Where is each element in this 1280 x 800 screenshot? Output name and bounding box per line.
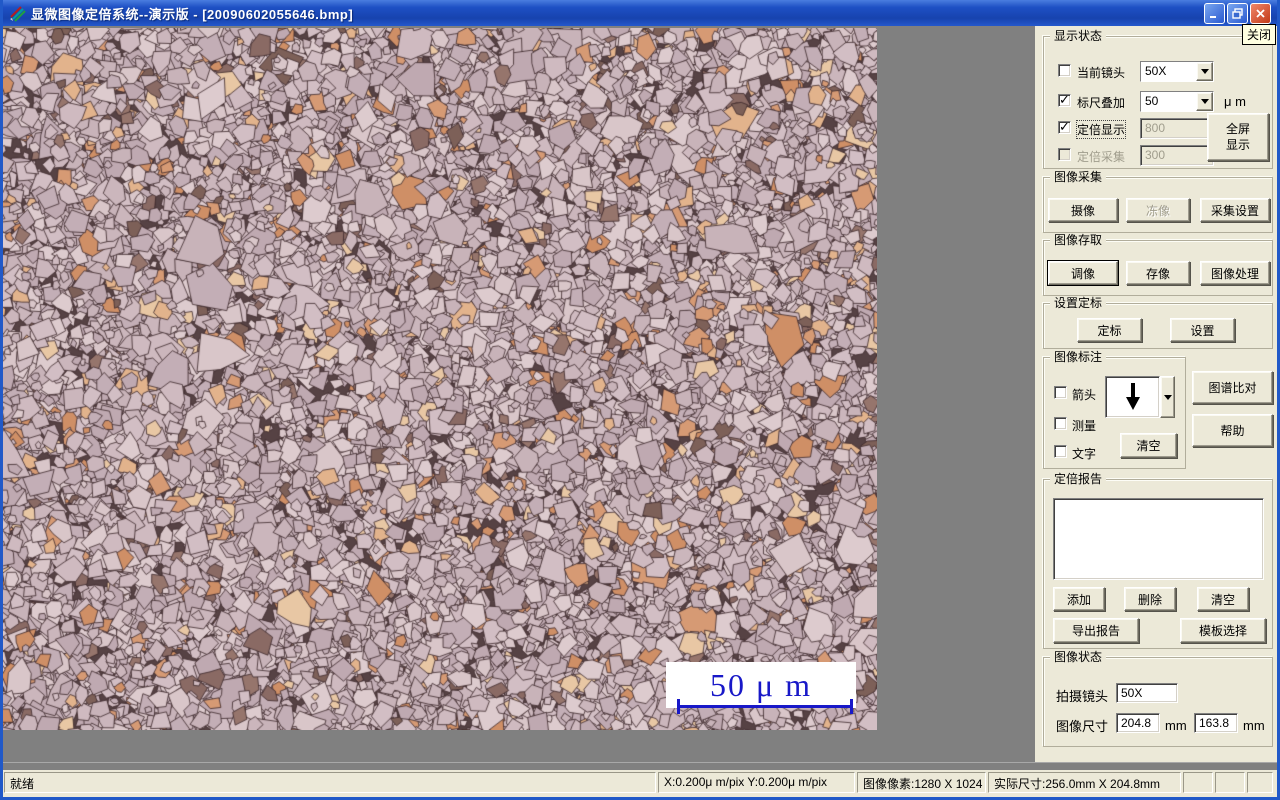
arrow-style-dropdown-button[interactable] — [1160, 376, 1175, 418]
group-capture: 图像采集 摄像 冻像 采集设置 — [1043, 170, 1273, 233]
scalebar-line — [677, 699, 853, 714]
close-button[interactable] — [1250, 2, 1271, 24]
measure-label: 测量 — [1072, 419, 1097, 433]
arrow-checkbox[interactable] — [1054, 386, 1067, 399]
template-select-button[interactable]: 模板选择 — [1180, 618, 1266, 643]
fixed-capture-label: 定倍采集 — [1077, 150, 1126, 164]
status-zone: 就绪 X:0.200μ m/pix Y:0.200μ m/pix 图像像素:12… — [3, 762, 1277, 797]
status-ready: 就绪 — [4, 772, 656, 793]
shoot-button[interactable]: 摄像 — [1048, 198, 1118, 222]
status-scale: X:0.200μ m/pix Y:0.200μ m/pix — [658, 772, 855, 793]
ruler-combo[interactable]: 50 — [1140, 91, 1214, 112]
status-actual-size: 实际尺寸:256.0mm X 204.8mm — [988, 772, 1181, 793]
arrow-style-preview[interactable] — [1105, 376, 1160, 418]
minimize-button[interactable] — [1204, 2, 1225, 24]
group-calibration-title: 设置定标 — [1050, 296, 1107, 310]
group-storage: 图像存取 调像 存像 图像处理 — [1043, 233, 1273, 296]
current-lens-checkbox[interactable] — [1058, 64, 1071, 77]
chevron-down-icon — [1163, 394, 1172, 400]
status-pixels: 图像像素:1280 X 1024 — [857, 772, 986, 793]
ruler-unit-label: μ m — [1224, 94, 1246, 109]
fixed-display-checkbox[interactable]: ✓ — [1058, 119, 1071, 134]
restore-button[interactable] — [1227, 2, 1248, 24]
group-annotation-title: 图像标注 — [1050, 350, 1107, 364]
capture-settings-button[interactable]: 采集设置 — [1200, 198, 1270, 222]
status-empty-2 — [1215, 772, 1245, 793]
lens-value-field: 50X — [1116, 683, 1178, 703]
minimize-icon — [1210, 15, 1216, 18]
group-image-status-title: 图像状态 — [1050, 650, 1107, 664]
status-empty-1 — [1183, 772, 1213, 793]
status-top-strip — [3, 762, 1277, 770]
width-unit-label: mm — [1165, 718, 1187, 733]
atlas-compare-button[interactable]: 图谱比对 — [1192, 371, 1273, 404]
image-process-button[interactable]: 图像处理 — [1200, 261, 1270, 285]
fixed-display-input: 800 — [1140, 118, 1214, 139]
close-tooltip: 关闭 — [1241, 24, 1276, 45]
save-image-button[interactable]: 存像 — [1126, 261, 1190, 285]
window-title: 显微图像定倍系统--演示版 - [20090602055646.bmp] — [31, 6, 354, 22]
fullscreen-button[interactable]: 全屏显示 — [1207, 113, 1269, 161]
ruler-value: 50 — [1141, 92, 1196, 111]
close-icon — [1256, 8, 1265, 18]
calibrate-button[interactable]: 定标 — [1077, 318, 1142, 342]
measure-checkbox[interactable] — [1054, 417, 1067, 430]
client-area: 50 μ m 显示状态 当前镜头 50X ✓ 标尺叠加 50 μ m ✓ 定倍显… — [3, 26, 1277, 762]
check-icon: ✓ — [1059, 92, 1070, 107]
fixed-capture-input: 300 — [1140, 145, 1214, 166]
export-report-button[interactable]: 导出报告 — [1053, 618, 1139, 643]
image-height-field: 163.8 — [1194, 713, 1238, 733]
status-bar: 就绪 X:0.200μ m/pix Y:0.200μ m/pix 图像像素:12… — [3, 770, 1277, 794]
current-lens-label: 当前镜头 — [1077, 66, 1126, 80]
check-icon: ✓ — [1059, 119, 1070, 134]
current-lens-value: 50X — [1141, 62, 1196, 81]
group-annotation: 图像标注 箭头 测量 文字 清空 — [1043, 350, 1186, 469]
group-storage-title: 图像存取 — [1050, 233, 1107, 247]
control-panel: 显示状态 当前镜头 50X ✓ 标尺叠加 50 μ m ✓ 定倍显示 800 定… — [1035, 26, 1277, 762]
freeze-button: 冻像 — [1126, 198, 1190, 222]
height-unit-label: mm — [1243, 718, 1265, 733]
fixed-capture-checkbox — [1058, 148, 1071, 161]
report-add-button[interactable]: 添加 — [1053, 587, 1105, 611]
text-label: 文字 — [1072, 447, 1097, 461]
current-lens-dropdown-button[interactable] — [1196, 62, 1213, 81]
group-report-title: 定倍报告 — [1050, 472, 1107, 486]
arrow-label: 箭头 — [1072, 388, 1097, 402]
load-image-button[interactable]: 调像 — [1048, 261, 1118, 285]
group-capture-title: 图像采集 — [1050, 170, 1107, 184]
status-empty-3 — [1247, 772, 1273, 793]
image-size-label: 图像尺寸 — [1056, 719, 1109, 734]
chevron-down-icon — [1200, 99, 1209, 104]
image-width-field: 204.8 — [1116, 713, 1160, 733]
group-calibration: 设置定标 定标 设置 — [1043, 296, 1273, 349]
text-checkbox[interactable] — [1054, 445, 1067, 458]
annotation-clear-button[interactable]: 清空 — [1120, 433, 1177, 458]
app-window: 显微图像定倍系统--演示版 - [20090602055646.bmp] 关闭 — [0, 0, 1280, 800]
lens-label: 拍摄镜头 — [1056, 689, 1109, 704]
scalebar-label: 50 μ m — [709, 666, 813, 703]
ruler-overlay-label: 标尺叠加 — [1077, 96, 1126, 110]
fixed-display-label: 定倍显示 — [1075, 120, 1127, 139]
chevron-down-icon — [1200, 69, 1209, 74]
arrow-down-icon — [1125, 383, 1140, 410]
group-report: 定倍报告 添加 删除 清空 导出报告 模板选择 — [1043, 472, 1273, 649]
report-clear-button[interactable]: 清空 — [1197, 587, 1249, 611]
report-listbox[interactable] — [1053, 498, 1264, 580]
group-display-status: 显示状态 当前镜头 50X ✓ 标尺叠加 50 μ m ✓ 定倍显示 800 定… — [1043, 29, 1273, 169]
help-button[interactable]: 帮助 — [1192, 414, 1273, 447]
ruler-dropdown-button[interactable] — [1196, 92, 1213, 111]
settings-button[interactable]: 设置 — [1170, 318, 1235, 342]
current-lens-combo[interactable]: 50X — [1140, 61, 1214, 82]
restore-icon — [1232, 7, 1243, 19]
group-display-status-title: 显示状态 — [1050, 29, 1107, 43]
app-icon — [10, 6, 26, 22]
ruler-overlay-checkbox[interactable]: ✓ — [1058, 92, 1071, 107]
micrograph-canvas[interactable] — [3, 28, 877, 730]
group-image-status: 图像状态 拍摄镜头 50X 图像尺寸 204.8 mm 163.8 mm — [1043, 650, 1273, 747]
scalebar-overlay: 50 μ m — [666, 662, 856, 708]
report-delete-button[interactable]: 删除 — [1124, 587, 1176, 611]
title-bar: 显微图像定倍系统--演示版 - [20090602055646.bmp] — [3, 0, 1277, 26]
